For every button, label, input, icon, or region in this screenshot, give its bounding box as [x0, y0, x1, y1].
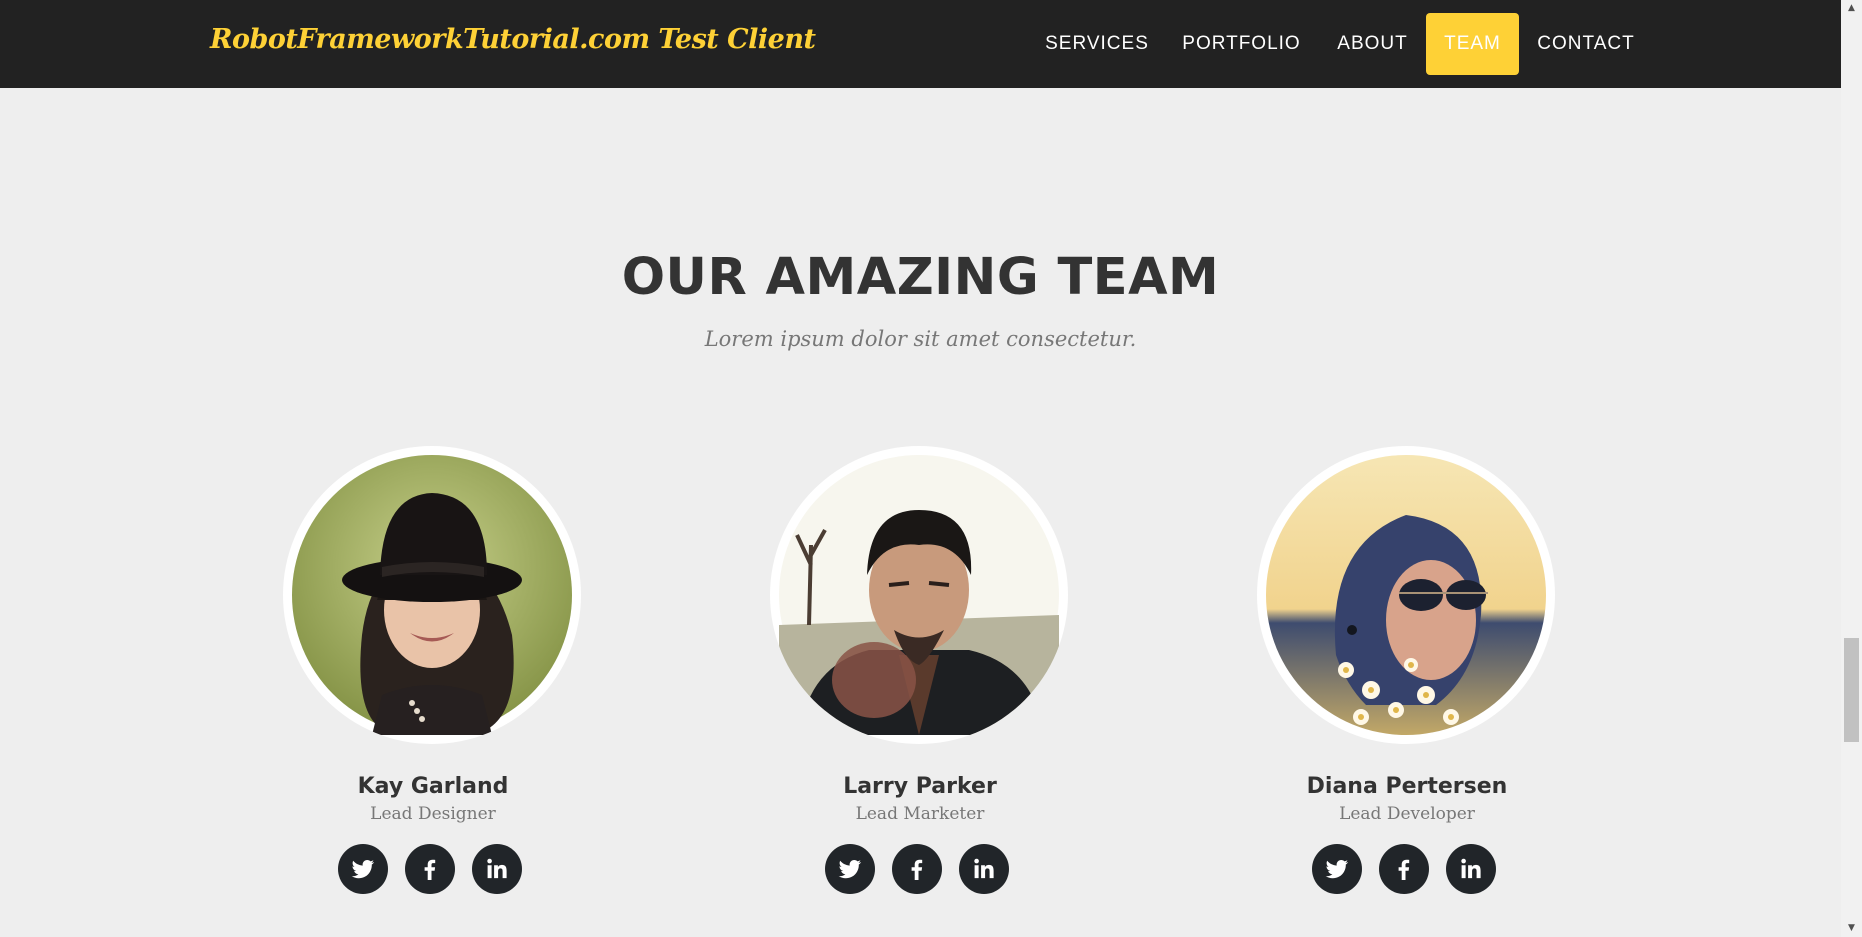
facebook-icon: [911, 859, 923, 880]
twitter-link[interactable]: [825, 844, 875, 894]
member-name: Larry Parker: [843, 774, 997, 799]
linkedin-link[interactable]: [472, 844, 522, 894]
facebook-link[interactable]: [405, 844, 455, 894]
member-role: Lead Developer: [1339, 804, 1475, 824]
linkedin-icon: [974, 858, 994, 879]
facebook-link[interactable]: [892, 844, 942, 894]
member-name: Kay Garland: [357, 774, 509, 799]
member-photo-diana-pertersen: [1257, 446, 1555, 744]
nav-item-about[interactable]: ABOUT: [1330, 13, 1415, 75]
member-photo-kay-garland: [283, 446, 581, 744]
twitter-link[interactable]: [1312, 844, 1362, 894]
scroll-down-arrow-icon[interactable]: ▼: [1841, 920, 1862, 937]
member-name: Diana Pertersen: [1306, 774, 1508, 799]
member-photo-larry-parker: [770, 446, 1068, 744]
navbar: RobotFrameworkTutorial.com Test Client S…: [0, 0, 1841, 88]
nav-item-team[interactable]: TEAM: [1426, 13, 1519, 75]
twitter-icon: [351, 860, 375, 879]
twitter-icon: [1325, 860, 1349, 879]
member-role: Lead Marketer: [855, 804, 985, 824]
linkedin-icon: [487, 858, 507, 879]
nav-item-services[interactable]: SERVICES: [1038, 13, 1156, 75]
twitter-link[interactable]: [338, 844, 388, 894]
scroll-up-arrow-icon[interactable]: ▲: [1841, 0, 1862, 17]
linkedin-link[interactable]: [1446, 844, 1496, 894]
vertical-scrollbar[interactable]: ▲ ▼: [1841, 0, 1862, 937]
section-subheading: Lorem ipsum dolor sit amet consectetur.: [704, 327, 1137, 351]
member-role: Lead Designer: [370, 804, 496, 824]
facebook-icon: [1398, 859, 1410, 880]
linkedin-icon: [1461, 858, 1481, 879]
scroll-thumb[interactable]: [1844, 638, 1859, 742]
section-heading: OUR AMAZING TEAM: [621, 248, 1220, 307]
twitter-icon: [838, 860, 862, 879]
nav-item-portfolio[interactable]: PORTFOLIO: [1173, 13, 1310, 75]
brand-logo[interactable]: RobotFrameworkTutorial.com Test Client: [210, 24, 816, 55]
facebook-link[interactable]: [1379, 844, 1429, 894]
facebook-icon: [424, 859, 436, 880]
linkedin-link[interactable]: [959, 844, 1009, 894]
nav-item-contact[interactable]: CONTACT: [1532, 13, 1640, 75]
